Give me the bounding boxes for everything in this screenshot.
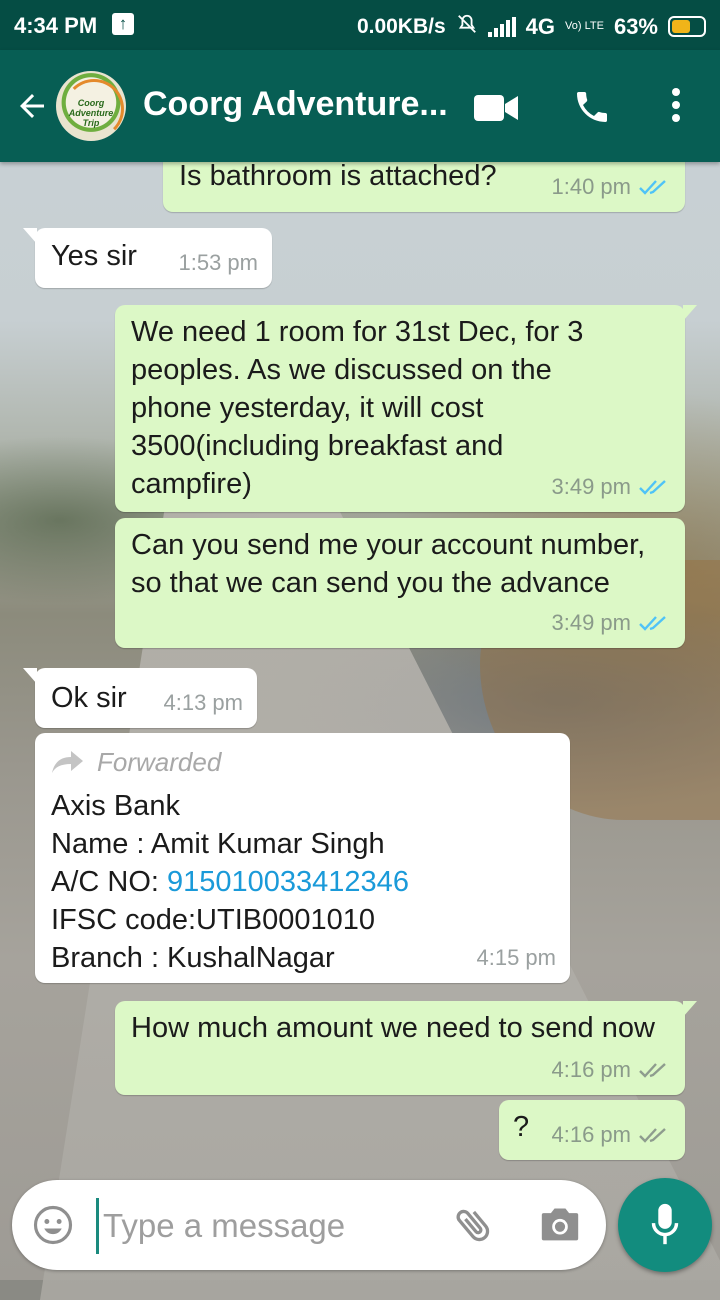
chat-header: Coorg Adventure Trip Coorg Adventure... — [0, 50, 720, 162]
voice-record-button[interactable] — [618, 1178, 712, 1272]
message-list[interactable]: Is bathroom is attached? 1:40 pm Yes sir… — [0, 162, 720, 1172]
message-meta: 1:53 pm — [179, 244, 259, 282]
network-type: 4G — [525, 13, 556, 39]
overflow-menu-icon[interactable] — [666, 88, 686, 128]
message-bubble[interactable]: We need 1 room for 31st Dec, for 3 peopl… — [115, 305, 697, 512]
ifsc-code: IFSC code:UTIB0001010 — [51, 904, 376, 936]
message-text: How much amount we need to send now — [131, 1012, 655, 1044]
microphone-icon — [651, 1203, 679, 1245]
message-time: 4:16 pm — [551, 1122, 632, 1147]
message-meta: 3:49 pm — [552, 604, 672, 642]
forward-arrow-icon — [52, 751, 83, 773]
status-bar: 4:34 PM ↑ 0.00KB/s 4G Vo) LTE 63% — [0, 0, 720, 50]
account-number-line: A/C NO: 915010033412346 — [51, 866, 409, 898]
chat-title[interactable]: Coorg Adventure... — [143, 85, 448, 124]
message-meta: 4:15 pm — [477, 939, 557, 977]
read-ticks-icon — [639, 180, 666, 195]
message-text: Can you send me your account number, so … — [131, 529, 646, 599]
group-avatar[interactable]: Coorg Adventure Trip — [56, 71, 126, 141]
bank-name: Axis Bank — [51, 790, 180, 822]
mute-icon — [456, 13, 478, 40]
emoji-icon[interactable] — [32, 1204, 74, 1246]
delivered-ticks-icon — [639, 1063, 666, 1078]
message-bubble[interactable]: Ok sir 4:13 pm — [23, 668, 257, 728]
read-ticks-icon — [639, 480, 666, 495]
message-time: 3:49 pm — [551, 474, 632, 499]
message-time: 4:16 pm — [551, 1057, 632, 1082]
attachment-icon[interactable] — [452, 1203, 496, 1247]
message-text: Is bathroom is attached? — [179, 162, 497, 192]
message-bubble[interactable]: ? 4:16 pm — [499, 1100, 685, 1160]
avatar-logo-text: Coorg Adventure Trip — [68, 98, 114, 128]
message-time: 1:53 pm — [178, 250, 259, 275]
message-time: 4:13 pm — [163, 690, 244, 715]
message-meta: 4:13 pm — [164, 684, 244, 722]
camera-icon[interactable] — [538, 1204, 582, 1244]
battery-icon — [668, 16, 706, 37]
message-text: Yes sir — [51, 240, 137, 272]
message-meta: 4:16 pm — [552, 1116, 672, 1154]
message-input[interactable] — [96, 1198, 445, 1254]
status-icons: 0.00KB/s 4G Vo) LTE 63% — [357, 13, 706, 40]
delivered-ticks-icon — [639, 1128, 666, 1143]
account-holder-name: Name : Amit Kumar Singh — [51, 828, 385, 860]
message-meta: 3:49 pm — [552, 468, 672, 506]
signal-icon — [487, 16, 516, 37]
message-time: 3:49 pm — [551, 610, 632, 635]
message-bubble[interactable]: Is bathroom is attached? 1:40 pm — [163, 162, 685, 212]
battery-percent: 63% — [613, 13, 658, 39]
compose-bar — [12, 1180, 606, 1270]
video-call-icon[interactable] — [474, 93, 518, 123]
net-speed: 0.00KB/s — [356, 14, 446, 38]
read-ticks-icon — [639, 616, 666, 631]
message-time: 1:40 pm — [551, 174, 632, 199]
message-text: Ok sir — [51, 682, 127, 714]
forwarded-label: Forwarded — [51, 743, 551, 781]
upload-icon: ↑ — [112, 13, 134, 35]
message-text: We need 1 room for 31st Dec, for 3 peopl… — [131, 316, 584, 500]
status-time: 4:34 PM — [14, 13, 98, 38]
message-meta: 1:40 pm — [552, 168, 672, 206]
message-time: 4:15 pm — [476, 945, 557, 970]
account-number-link[interactable]: 915010033412346 — [167, 866, 409, 898]
volte-icon: Vo) LTE — [565, 20, 604, 32]
voice-call-icon[interactable] — [572, 87, 612, 127]
message-text: ? — [513, 1111, 530, 1143]
message-meta: 4:16 pm — [552, 1051, 672, 1089]
back-arrow-icon[interactable] — [14, 88, 50, 124]
message-bubble[interactable]: Can you send me your account number, so … — [115, 518, 685, 648]
message-bubble[interactable]: How much amount we need to send now 4:16… — [115, 1001, 697, 1095]
forwarded-message-bubble[interactable]: Forwarded Axis Bank Name : Amit Kumar Si… — [35, 733, 570, 983]
message-bubble[interactable]: Yes sir 1:53 pm — [23, 228, 272, 288]
